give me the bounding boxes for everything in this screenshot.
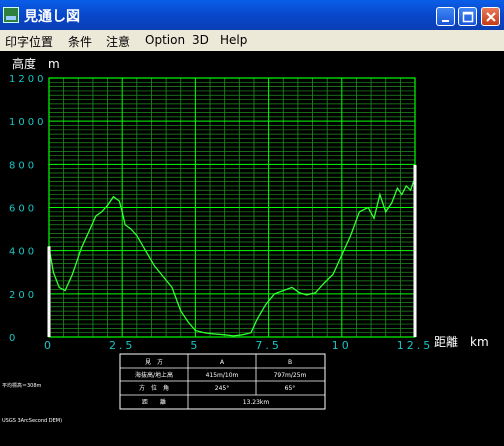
chart-canvas: 0 200 400 600 800 1000 1200 0 2.5 5 7.5 10 12.5 高度 … (0, 51, 504, 442)
table-row-elevation-label: 海抜高/地上高 (135, 371, 173, 379)
menu-conditions[interactable]: 条件 (68, 33, 92, 50)
table-row-azimuth-label: 方 位 角 (139, 384, 169, 392)
menu-notes[interactable]: 注意 (106, 33, 130, 50)
x-tick-label: 2.5 (109, 339, 136, 352)
y-tick-label: 800 (9, 160, 37, 171)
x-tick-label: 10 (332, 339, 352, 352)
app-icon (3, 7, 19, 23)
x-tick-label: 0 (44, 339, 54, 352)
chart-grid (49, 78, 415, 337)
table-header-view: 見 方 (145, 358, 163, 366)
y-tick-label: 0 (9, 333, 18, 344)
y-tick-label: 600 (9, 204, 37, 215)
x-axis-ticks: 0 2.5 5 7.5 10 12.5 (44, 339, 434, 352)
y-tick-label: 1200 (9, 74, 46, 85)
table-elevation-b: 797m/25m (274, 372, 307, 379)
close-icon (486, 12, 496, 22)
menu-help[interactable]: Help (220, 33, 247, 47)
menu-option[interactable]: Option (145, 33, 185, 47)
menu-print-position[interactable]: 印字位置 (5, 33, 53, 50)
table-azimuth-a: 245° (215, 385, 229, 392)
table-azimuth-b: 65° (285, 385, 296, 392)
x-axis-label: 距離 km (434, 335, 489, 349)
average-elevation-note: 平均標高＝308m (2, 382, 42, 389)
minimize-button[interactable] (436, 7, 455, 26)
maximize-button[interactable] (458, 7, 477, 26)
title-bar: 見通し図 (0, 0, 504, 30)
x-tick-label: 7.5 (255, 339, 282, 352)
app-window: 見通し図 印字位置 条件 注意 Option 3D Help 0 200 400 60… (0, 0, 504, 442)
y-axis-label: 高度 m (12, 56, 60, 71)
info-table: 見 方 A B 海抜高/地上高 415m/10m 797m/25m 方 位 角 … (119, 353, 326, 410)
menu-bar: 印字位置 条件 注意 Option 3D Help (0, 30, 504, 51)
x-tick-label: 5 (190, 339, 200, 352)
y-axis-ticks: 0 200 400 600 800 1000 1200 (9, 74, 46, 344)
profile-chart: 0 200 400 600 800 1000 1200 0 2.5 5 7.5 10 12.5 高度 … (2, 56, 489, 424)
window-title: 見通し図 (24, 9, 80, 25)
data-source-note: USGS 3ArcSecond DEM) (2, 418, 62, 424)
table-distance-value: 13.23km (243, 399, 270, 406)
y-tick-label: 400 (9, 247, 37, 258)
table-row-distance-label: 距 離 (142, 398, 166, 406)
x-tick-label: 12.5 (397, 339, 434, 352)
y-tick-label: 200 (9, 290, 37, 301)
menu-3d[interactable]: 3D (192, 33, 209, 47)
table-header-b: B (288, 359, 292, 366)
close-button[interactable] (481, 7, 500, 26)
minimize-icon (442, 20, 449, 22)
table-elevation-a: 415m/10m (206, 372, 239, 379)
maximize-icon (462, 11, 474, 23)
y-tick-label: 1000 (9, 117, 46, 128)
